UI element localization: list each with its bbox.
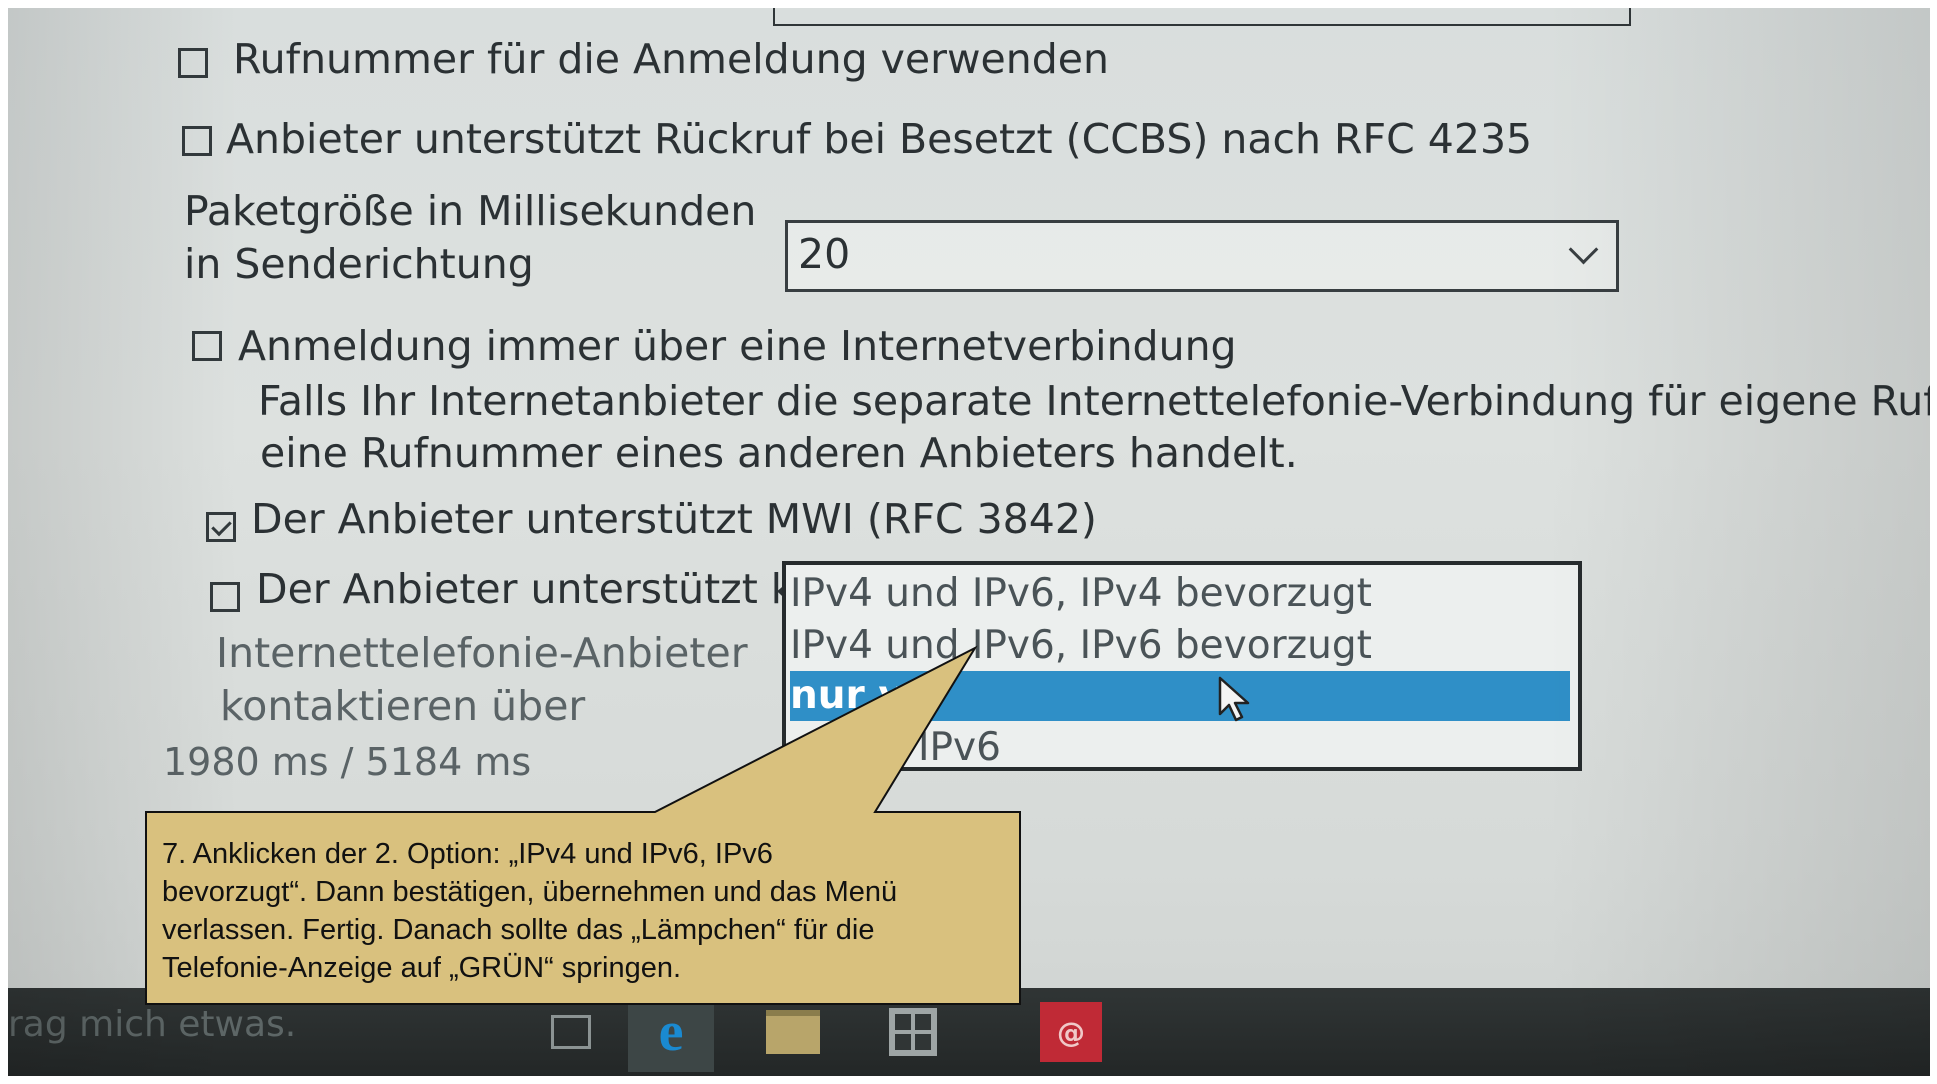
callout-line-3: verlassen. Fertig. Danach sollte das „Lä…: [162, 914, 875, 946]
callout-line-4: Telefonie-Anzeige auf „GRÜN“ springen.: [162, 952, 682, 984]
callout-text: 7. Anklicken der 2. Option: „IPv4 und IP…: [162, 835, 1012, 987]
callout-line-1: 7. Anklicken der 2. Option: „IPv4 und IP…: [162, 838, 773, 870]
callout-line-2: bevorzugt“. Dann bestätigen, übernehmen …: [162, 876, 898, 908]
